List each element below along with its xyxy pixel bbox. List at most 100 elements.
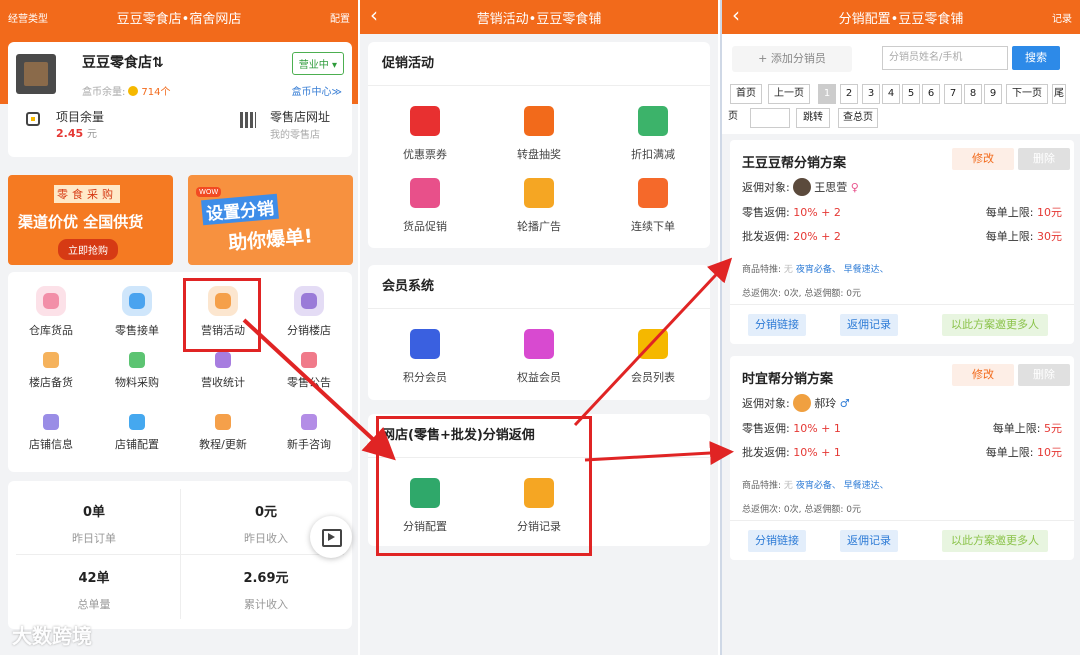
search-input[interactable]: 分销员姓名/手机 <box>882 46 1008 70</box>
goods-row: 商品特推: 无 夜宵必备、 早餐速达、 <box>742 481 889 491</box>
menu-item-0-2[interactable]: 折扣满减 <box>596 106 710 162</box>
page-button[interactable]: 8 <box>964 84 982 104</box>
header-bar: ‹ 营销活动•豆豆零食铺 <box>360 0 718 34</box>
delete-button[interactable]: 删除 <box>1018 364 1070 386</box>
procurement-banner[interactable]: 零食采购 渠道价优 全国供货 立即抢购 <box>8 175 173 265</box>
distribution-link-button[interactable]: 分销链接 <box>748 314 806 336</box>
grid-item-7[interactable]: 零售公告 <box>266 352 352 390</box>
page-button[interactable]: 上一页 <box>768 84 810 104</box>
commission-records-button[interactable]: 返佣记录 <box>840 530 898 552</box>
page-button[interactable]: 6 <box>922 84 940 104</box>
wholesale-row: 批发返佣: 20% + 2 <box>742 230 841 243</box>
menu-label: 积分会员 <box>403 371 447 384</box>
grid-label: 零售公告 <box>287 376 331 389</box>
grid-item-10[interactable]: 教程/更新 <box>180 414 266 452</box>
grid-item-4[interactable]: 楼店备货 <box>8 352 94 390</box>
back-icon[interactable]: ‹ <box>732 5 740 25</box>
promotion-section: 促销活动 优惠票券 转盘抽奖 折扣满减 货品促销 轮播广告 连续下单 <box>368 42 710 248</box>
page-button[interactable]: 尾 <box>1052 84 1066 104</box>
stats-card: 0单 昨日订单 0元 昨日收入 42单 总单量 2.69元 累计收入 <box>8 481 352 629</box>
wow-badge: WOW <box>196 187 222 197</box>
search-button[interactable]: 搜索 <box>1012 46 1060 70</box>
menu-icon <box>410 178 440 208</box>
menu-item-1-1[interactable]: 权益会员 <box>482 329 596 385</box>
page-button[interactable]: 跳转 <box>796 108 830 128</box>
grid-icon <box>129 352 145 368</box>
grid-icon <box>43 414 59 430</box>
grid-item-11[interactable]: 新手咨询 <box>266 414 352 452</box>
invite-more-button[interactable]: 以此方案邀更多人 <box>942 314 1048 336</box>
edit-button[interactable]: 修改 <box>952 148 1014 170</box>
wallet-icon <box>26 112 40 126</box>
menu-label: 转盘抽奖 <box>517 148 561 161</box>
summary-row: 总返佣次: 0次, 总返佣额: 0元 <box>742 505 861 515</box>
plan-title: 王豆豆帮分销方案 <box>742 156 847 171</box>
distribution-link-button[interactable]: 分销链接 <box>748 530 806 552</box>
grid-item-9[interactable]: 店铺配置 <box>94 414 180 452</box>
stat-total-orders: 42单 总单量 <box>77 571 111 611</box>
grid-item-8[interactable]: 店铺信息 <box>8 414 94 452</box>
delete-button[interactable]: 删除 <box>1018 148 1070 170</box>
edit-button[interactable]: 修改 <box>952 364 1014 386</box>
add-distributor-button[interactable]: + 添加分销员 <box>732 46 852 72</box>
status-dropdown[interactable]: 营业中 ▾ <box>291 52 344 75</box>
page-jump-input[interactable] <box>750 108 790 128</box>
page-button[interactable]: 9 <box>984 84 1002 104</box>
distribution-banner[interactable]: WOW 设置分销 助你爆单! <box>188 175 353 265</box>
grid-item-6[interactable]: 营收统计 <box>180 352 266 390</box>
page-button[interactable]: 7 <box>944 84 962 104</box>
menu-item-0-5[interactable]: 连续下单 <box>596 178 710 234</box>
store-name[interactable]: 豆豆零食店⇅ <box>82 52 164 72</box>
menu-item-0-3[interactable]: 货品促销 <box>368 178 482 234</box>
grid-item-0[interactable]: 仓库货品 <box>8 286 94 338</box>
grid-label: 楼店备货 <box>29 376 73 389</box>
menu-icon <box>524 329 554 359</box>
invite-more-button[interactable]: 以此方案邀更多人 <box>942 530 1048 552</box>
menu-label: 优惠票券 <box>403 148 447 161</box>
page-button[interactable]: 1 <box>818 84 836 104</box>
menu-item-1-2[interactable]: 会员列表 <box>596 329 710 385</box>
project-value: 2.45 元 <box>56 127 97 140</box>
wholesale-row: 批发返佣: 10% + 1 <box>742 446 841 459</box>
grid-icon <box>301 352 317 368</box>
store-url-sub: 我的零售店 <box>270 130 320 141</box>
grid-item-1[interactable]: 零售接单 <box>94 286 180 338</box>
video-play-icon[interactable] <box>310 516 352 558</box>
menu-icon <box>524 178 554 208</box>
banner-tag: 零食采购 <box>54 185 120 203</box>
page-button[interactable]: 首页 <box>730 84 762 104</box>
business-type-link[interactable]: 经营类型 <box>8 10 48 25</box>
menu-item-0-0[interactable]: 优惠票券 <box>368 106 482 162</box>
config-link[interactable]: 配置 <box>330 10 350 25</box>
grid-label: 营收统计 <box>201 376 245 389</box>
menu-item-0-4[interactable]: 轮播广告 <box>482 178 596 234</box>
page-button[interactable]: 下一页 <box>1006 84 1048 104</box>
coin-center-link[interactable]: 盒币中心≫ <box>292 83 342 98</box>
records-link[interactable]: 记录 <box>1052 10 1072 25</box>
commission-records-button[interactable]: 返佣记录 <box>840 314 898 336</box>
store-url-label: 零售店网址 <box>270 110 331 124</box>
grid-icon <box>43 352 59 368</box>
page-button[interactable]: 2 <box>840 84 858 104</box>
banner-line2: 助你爆单! <box>227 225 314 255</box>
header-bar: 经营类型 豆豆零食店•宿舍网店 配置 <box>0 0 358 34</box>
retail-row: 零售返佣: 10% + 1 <box>742 422 841 435</box>
page-button[interactable]: 4 <box>882 84 900 104</box>
buy-now-button[interactable]: 立即抢购 <box>58 239 118 260</box>
qrcode-icon <box>240 112 256 128</box>
grid-label: 新手咨询 <box>287 438 331 451</box>
back-icon[interactable]: ‹ <box>370 5 378 25</box>
wholesale-limit: 每单上限: 30元 <box>985 230 1062 243</box>
menu-item-1-0[interactable]: 积分会员 <box>368 329 482 385</box>
store-thumbnail[interactable] <box>16 54 56 94</box>
grid-item-5[interactable]: 物料采购 <box>94 352 180 390</box>
page-button[interactable]: 5 <box>902 84 920 104</box>
page-button[interactable]: 查总页 <box>838 108 878 128</box>
page-button[interactable]: 3 <box>862 84 880 104</box>
grid-item-3[interactable]: 分销楼店 <box>266 286 352 338</box>
menu-icon <box>638 178 668 208</box>
grid-icon <box>294 286 324 316</box>
grid-icon <box>215 352 231 368</box>
menu-label: 折扣满减 <box>631 148 675 161</box>
menu-item-0-1[interactable]: 转盘抽奖 <box>482 106 596 162</box>
